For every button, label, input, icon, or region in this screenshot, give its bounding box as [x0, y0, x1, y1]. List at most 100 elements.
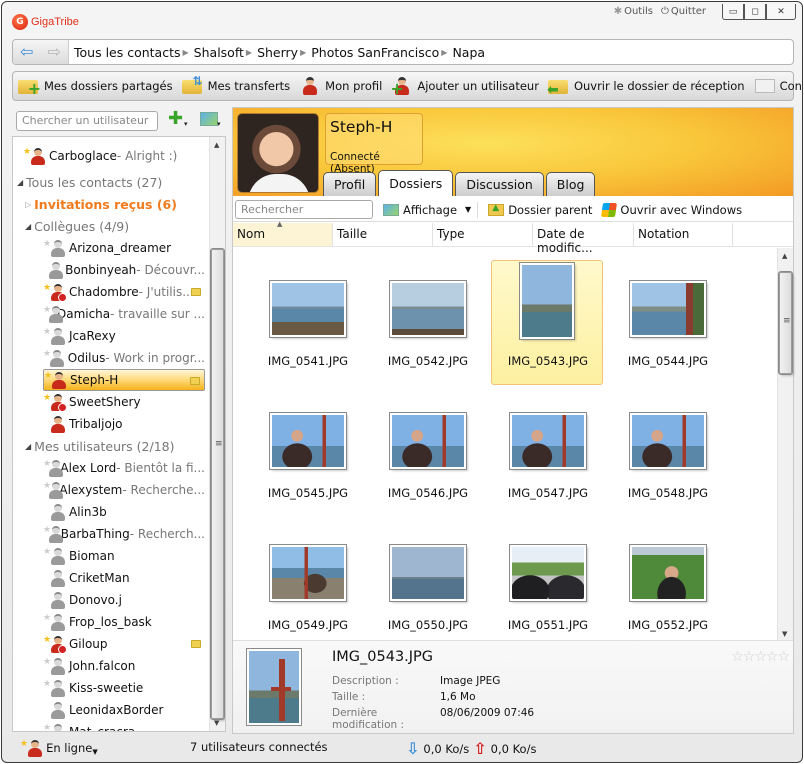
contact-item[interactable]: Tribaljojo: [43, 413, 205, 435]
file-tile[interactable]: IMG_0551.JPG: [491, 524, 603, 640]
expanded-triangle-icon[interactable]: ◢: [25, 442, 31, 451]
view-mode-button[interactable]: Affichage ▼: [383, 203, 471, 217]
contacts-scrollbar-thumb[interactable]: ≡: [210, 248, 225, 720]
tab-profil[interactable]: Profil: [323, 172, 377, 196]
contact-item[interactable]: ★ SweetShery: [43, 391, 205, 413]
rating-star-icon[interactable]: ☆: [766, 649, 779, 665]
file-tile[interactable]: IMG_0544.JPG: [611, 260, 723, 385]
column-header-date[interactable]: Date de modific...: [533, 223, 634, 255]
file-tile[interactable]: IMG_0549.JPG: [251, 524, 363, 640]
contact-us-button[interactable]: Contactez-Nous: [753, 75, 802, 97]
column-header-size[interactable]: Taille: [333, 223, 433, 246]
file-tile[interactable]: IMG_0548.JPG: [611, 392, 723, 517]
chevron-down-icon[interactable]: ▾: [184, 120, 188, 128]
contact-item[interactable]: ★ Giloup: [43, 633, 205, 655]
contact-view-icon[interactable]: [200, 112, 218, 126]
column-header-type[interactable]: Type: [433, 223, 533, 246]
contact-item[interactable]: LeonidaxBorder: [43, 699, 205, 721]
breadcrumb-item-napa[interactable]: Napa: [452, 45, 485, 60]
contact-item[interactable]: ★ Steph-H: [43, 369, 205, 391]
contact-item[interactable]: ★ Mat_cracra: [43, 721, 205, 731]
rating-star-icon[interactable]: ☆: [743, 649, 756, 665]
scroll-down-arrow-icon[interactable]: ▼: [782, 630, 787, 638]
search-user-input[interactable]: Chercher un utilisateur: [16, 111, 158, 131]
contact-status-message: - Bientôt la fi...: [116, 461, 205, 475]
expanded-triangle-icon[interactable]: ◢: [17, 178, 23, 187]
file-tile[interactable]: IMG_0550.JPG: [371, 524, 483, 640]
tools-link[interactable]: ✱ Outils: [614, 6, 653, 17]
file-tile[interactable]: IMG_0547.JPG: [491, 392, 603, 517]
close-button[interactable]: ✕: [766, 4, 796, 20]
contact-item[interactable]: ★ Kiss-sweetie: [43, 677, 205, 699]
contact-item[interactable]: ★ Damicha - travaille sur ...: [43, 303, 205, 325]
add-user-button[interactable]: + Ajouter un utilisateur: [390, 75, 539, 97]
contact-item[interactable]: ★ Carboglace - Alright :): [23, 145, 209, 167]
contact-item[interactable]: CriketMan: [43, 567, 205, 589]
breadcrumb-separator-icon[interactable]: ▶: [441, 48, 447, 57]
contact-item[interactable]: Alin3b: [43, 501, 205, 523]
contact-item[interactable]: ★ Arizona_dreamer: [43, 237, 205, 259]
collapsed-triangle-icon[interactable]: ▷: [25, 200, 31, 209]
file-tile[interactable]: IMG_0541.JPG: [251, 260, 363, 385]
contact-item[interactable]: ★ BarbaThing - Recherch...: [43, 523, 205, 545]
contact-item[interactable]: Donovo.j: [43, 589, 205, 611]
file-tile[interactable]: IMG_0546.JPG: [371, 392, 483, 517]
contact-item[interactable]: ★ Frop_los_bask: [43, 611, 205, 633]
parent-folder-button[interactable]: Dossier parent: [488, 203, 592, 217]
file-grid-scrollbar[interactable]: ▲ ≡ ▼: [777, 248, 793, 640]
presence-selector[interactable]: ★ En ligne ▼: [20, 739, 98, 757]
file-tile[interactable]: IMG_0545.JPG: [251, 392, 363, 517]
tab-discussion[interactable]: Discussion: [455, 172, 544, 196]
minimize-button[interactable]: ▭: [722, 4, 744, 20]
expanded-triangle-icon[interactable]: ◢: [25, 222, 31, 231]
contact-group-header[interactable]: ◢ Collègues (4/9): [21, 215, 129, 237]
contact-item[interactable]: ★ John.falcon: [43, 655, 205, 677]
rating-stars[interactable]: ☆☆☆☆☆: [731, 649, 790, 665]
contact-item[interactable]: ★ Chadombre - J'utilis...: [43, 281, 205, 303]
add-contact-icon[interactable]: ✚: [168, 110, 183, 128]
back-arrow-icon[interactable]: ⇦: [20, 44, 33, 60]
chevron-down-icon[interactable]: ▾: [217, 120, 221, 128]
breadcrumb-item-sherry[interactable]: Sherry: [257, 45, 298, 60]
contact-item[interactable]: Bonbinyeah - Découvr...: [43, 259, 205, 281]
scroll-up-arrow-icon[interactable]: ▲: [214, 141, 219, 149]
open-inbox-folder-button[interactable]: ⬅ Ouvrir le dossier de réception: [547, 75, 745, 97]
file-tile[interactable]: IMG_0552.JPG: [611, 524, 723, 640]
breadcrumb-item-photos[interactable]: Photos SanFrancisco: [311, 45, 439, 60]
contact-group-header[interactable]: ◢ Mes utilisateurs (2/18): [21, 435, 175, 457]
transfers-button[interactable]: ⇅ Mes transferts: [181, 75, 290, 97]
quit-link[interactable]: ⏻ Quitter: [661, 6, 706, 17]
scroll-up-arrow-icon[interactable]: ▲: [782, 252, 787, 260]
breadcrumb-separator-icon[interactable]: ▶: [183, 48, 189, 57]
tab-blog[interactable]: Blog: [545, 172, 596, 196]
contact-item[interactable]: ★ JcaRexy: [43, 325, 205, 347]
my-profile-button[interactable]: Mon profil: [298, 75, 382, 97]
file-tile[interactable]: IMG_0543.JPG: [491, 260, 603, 385]
column-header-name[interactable]: ▲ Nom: [233, 220, 333, 246]
detail-row-size: Taille :1,6 Mo: [332, 691, 476, 703]
forward-arrow-icon[interactable]: ⇨: [48, 44, 61, 60]
contact-item[interactable]: ★ Alexystem - Recherche...: [43, 479, 205, 501]
contacts-scrollbar[interactable]: ▲ ≡ ▼: [209, 137, 225, 731]
maximize-button[interactable]: ◻: [744, 4, 766, 20]
column-header-rating[interactable]: Notation: [634, 223, 733, 246]
rating-star-icon[interactable]: ☆: [777, 649, 790, 665]
shared-folders-button[interactable]: + Mes dossiers partagés: [17, 75, 173, 97]
contact-item[interactable]: ★ Bioman: [43, 545, 205, 567]
tab-dossiers[interactable]: Dossiers: [378, 170, 454, 196]
rating-star-icon[interactable]: ☆: [754, 649, 767, 665]
rating-star-icon[interactable]: ☆: [731, 649, 744, 665]
file-tile[interactable]: IMG_0542.JPG: [371, 260, 483, 385]
file-search-input[interactable]: Rechercher: [235, 200, 373, 219]
contact-group-header[interactable]: ◢ Tous les contacts (27): [13, 171, 162, 193]
scroll-down-arrow-icon[interactable]: ▼: [214, 719, 219, 727]
contact-group-header[interactable]: ▷ Invitations reçus (6): [21, 193, 177, 215]
file-grid-scrollbar-thumb[interactable]: ≡: [778, 271, 793, 375]
breadcrumb-item-shalsoft[interactable]: Shalsoft: [194, 45, 244, 60]
open-with-windows-button[interactable]: Ouvrir avec Windows: [601, 202, 742, 217]
contact-item[interactable]: ★ Odilus - Work in progr...: [43, 347, 205, 369]
breadcrumb-separator-icon[interactable]: ▶: [246, 48, 252, 57]
contact-item[interactable]: ★ Alex Lord - Bientôt la fi...: [43, 457, 205, 479]
breadcrumb-item-all-contacts[interactable]: Tous les contacts: [74, 45, 181, 60]
breadcrumb-separator-icon[interactable]: ▶: [300, 48, 306, 57]
